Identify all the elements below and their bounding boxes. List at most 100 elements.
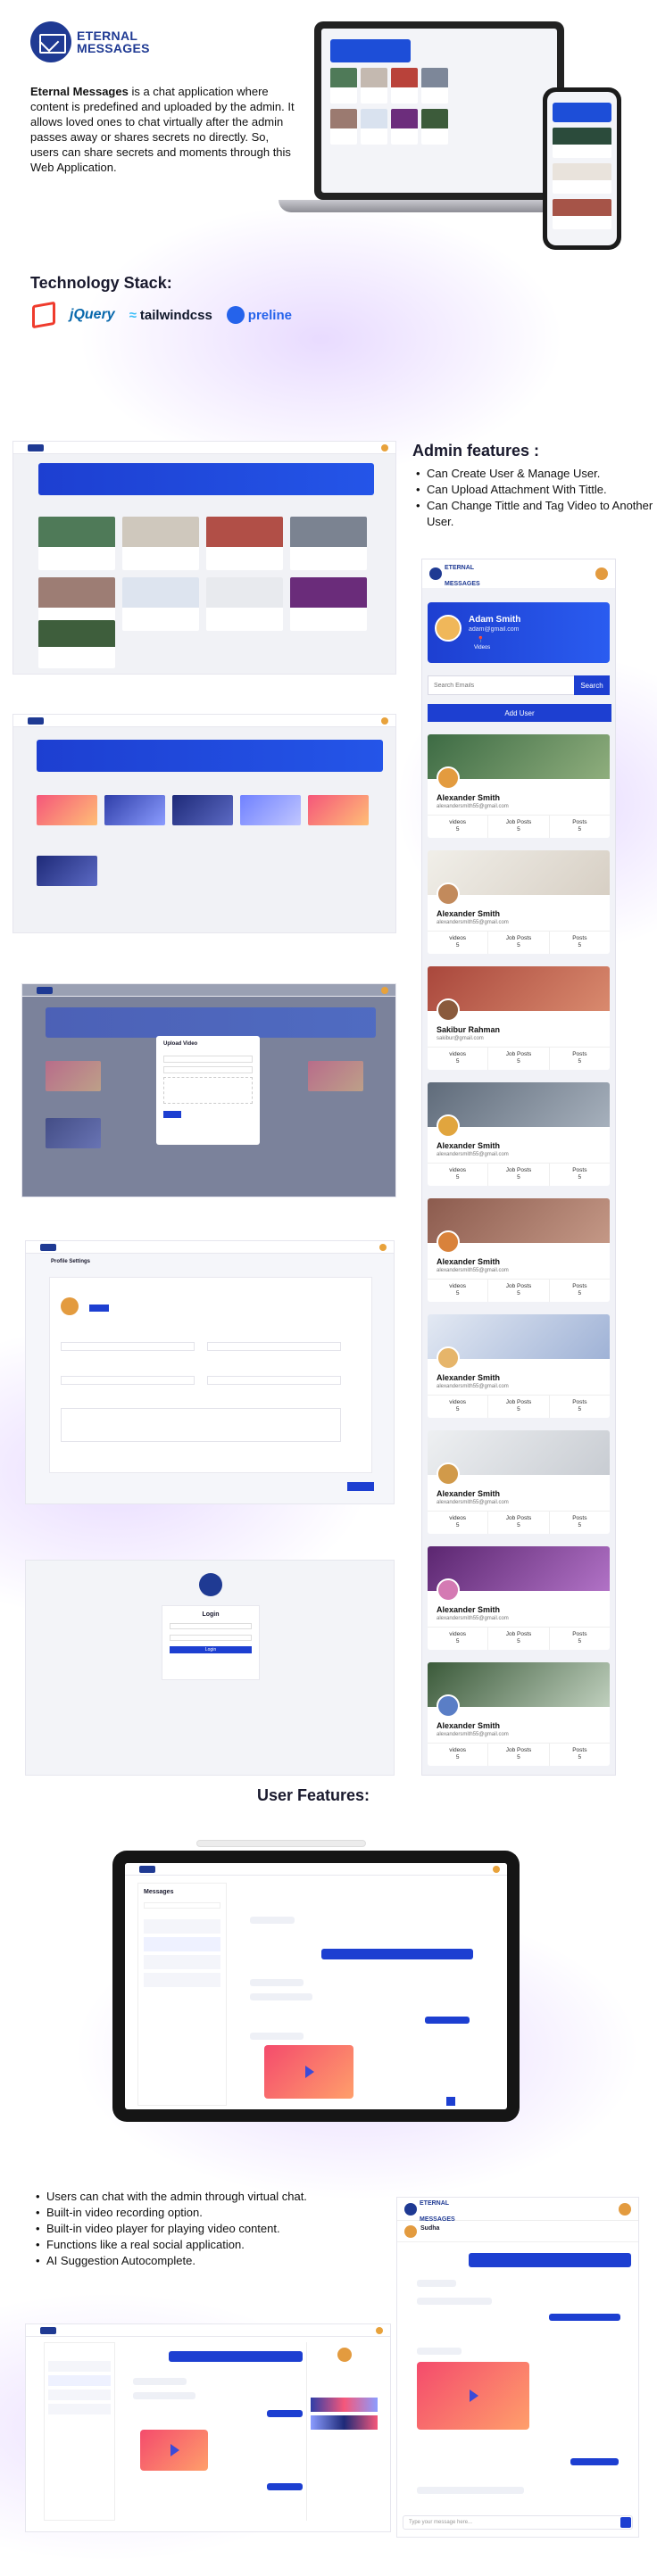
stat-cell: Posts 5 xyxy=(548,932,610,954)
stat-cell: videos 5 xyxy=(449,819,467,832)
upload-photo-button[interactable] xyxy=(89,1305,109,1312)
name-field[interactable] xyxy=(61,1342,195,1351)
user-stats: videos 5 Job Posts 5 Posts 5 xyxy=(428,1511,610,1534)
tablet-mockup: Messages xyxy=(112,1851,520,2122)
upload-submit-button[interactable] xyxy=(163,1111,181,1118)
phone-field[interactable] xyxy=(207,1376,341,1385)
search-input[interactable] xyxy=(428,675,574,695)
user-card[interactable]: Sakibur Rahman sakibur@gmail.com videos 5 Jo… xyxy=(428,966,610,1070)
user-card[interactable]: Alexander Smith alexandersmith55@gmail.co… xyxy=(428,1430,610,1534)
user-name: Alexander Smith xyxy=(437,1141,501,1150)
envelope-globe-icon xyxy=(404,2202,417,2216)
stat-cell: videos 5 xyxy=(449,1167,467,1180)
search-button[interactable]: Search xyxy=(574,675,610,695)
desktop-chat-screenshot xyxy=(25,2323,391,2532)
add-user-button[interactable]: Add User xyxy=(428,704,611,722)
user-stats: videos 5 Job Posts 5 Posts 5 xyxy=(428,1163,610,1186)
user-email: sakibur@gmail.com xyxy=(437,1036,484,1041)
stat-cell: Job Posts 5 xyxy=(487,816,548,838)
login-button[interactable]: Login xyxy=(170,1646,252,1653)
send-button[interactable] xyxy=(446,2097,455,2106)
upload-modal: Upload Video xyxy=(156,1036,260,1145)
user-card[interactable]: Alexander Smith alexandersmith55@gmail.co… xyxy=(428,1546,610,1650)
list-item: Can Upload Attachment With Tittle. xyxy=(416,482,657,498)
messages-title: Messages xyxy=(144,1889,174,1895)
stylus xyxy=(196,1840,366,1847)
list-item[interactable] xyxy=(144,1937,220,1951)
avatar xyxy=(437,766,460,790)
list-item: Built-in video recording option. xyxy=(36,2205,366,2221)
envelope-globe-icon xyxy=(30,21,71,62)
stat-cell: Job Posts 5 xyxy=(487,1280,548,1302)
login-screenshot: Login Login xyxy=(25,1560,395,1776)
list-item[interactable] xyxy=(144,1919,220,1934)
stat-cell: videos 5 xyxy=(449,1631,467,1644)
stat-cell: videos 5 xyxy=(449,1051,467,1064)
envelope-globe-icon xyxy=(429,567,442,580)
user-email: alexandersmith55@gmail.com xyxy=(437,1616,509,1621)
stat-cell: Posts 5 xyxy=(548,1048,610,1070)
user-card[interactable]: Alexander Smith alexandersmith55@gmail.co… xyxy=(428,1314,610,1418)
list-item: Functions like a real social application… xyxy=(36,2237,366,2253)
user-card[interactable]: Alexander Smith alexandersmith55@gmail.co… xyxy=(428,1198,610,1302)
save-button[interactable] xyxy=(347,1482,374,1491)
location-pin-icon: 📍 xyxy=(477,637,485,643)
user-name: Alexander Smith xyxy=(437,1489,501,1498)
user-name: Alexander Smith xyxy=(437,909,501,918)
stat-cell: Posts 5 xyxy=(548,1512,610,1534)
list-item: AI Suggestion Autocomplete. xyxy=(36,2253,366,2269)
avatar[interactable] xyxy=(619,2202,631,2216)
stat-cell: videos 5 xyxy=(449,1515,467,1528)
video-player[interactable] xyxy=(264,2045,353,2099)
user-name: Alexander Smith xyxy=(437,1721,501,1730)
user-card[interactable]: Alexander Smith alexandersmith55@gmail.co… xyxy=(428,1662,610,1766)
admin-features-heading: Admin features : xyxy=(412,442,540,460)
profile-videos: Videos xyxy=(474,645,491,650)
stat-cell: Posts 5 xyxy=(548,1628,610,1650)
list-item: Built-in video player for playing video … xyxy=(36,2221,366,2237)
admin-features-list: Can Create User & Manage User. Can Uploa… xyxy=(416,466,657,530)
user-name: Sakibur Rahman xyxy=(437,1025,501,1034)
laptop-screen xyxy=(314,21,564,200)
list-item: Users can chat with the admin through vi… xyxy=(36,2189,366,2205)
stat-cell: Posts 5 xyxy=(548,816,610,838)
list-item[interactable] xyxy=(144,1955,220,1969)
device-mockup xyxy=(225,18,645,259)
stat-cell: videos 5 xyxy=(449,935,467,948)
user-stats: videos 5 Job Posts 5 Posts 5 xyxy=(428,1743,610,1766)
avatar xyxy=(435,615,462,642)
user-stats: videos 5 Job Posts 5 Posts 5 xyxy=(428,1395,610,1418)
user-card[interactable]: Alexander Smith alexandersmith55@gmail.co… xyxy=(428,734,610,838)
mobile-chat-screenshot: ETERNAL MESSAGES Sudha Type your message … xyxy=(396,2197,639,2538)
avatar[interactable] xyxy=(61,1297,79,1315)
profile-settings-screenshot: Profile Settings xyxy=(25,1240,395,1504)
conversation-search-input[interactable] xyxy=(144,1902,220,1909)
laravel-logo xyxy=(32,301,55,329)
tech-stack-heading: Technology Stack: xyxy=(30,274,172,292)
email-field[interactable] xyxy=(207,1342,341,1351)
avatar[interactable] xyxy=(595,567,608,580)
user-name: Alexander Smith xyxy=(437,1605,501,1614)
stat-cell: Job Posts 5 xyxy=(487,1628,548,1650)
list-item: Can Change Tittle and Tag Video to Anoth… xyxy=(416,498,657,530)
user-card[interactable]: Alexander Smith alexandersmith55@gmail.co… xyxy=(428,1082,610,1186)
message-input[interactable]: Type your message here... xyxy=(403,2515,633,2530)
list-item[interactable] xyxy=(144,1973,220,1987)
user-card[interactable]: Alexander Smith alexandersmith55@gmail.co… xyxy=(428,850,610,954)
profile-form xyxy=(49,1277,372,1473)
stat-cell: videos 5 xyxy=(449,1399,467,1412)
user-stats: videos 5 Job Posts 5 Posts 5 xyxy=(428,1279,610,1302)
send-button[interactable] xyxy=(620,2517,631,2528)
avatar xyxy=(437,1462,460,1486)
search-bar: Search xyxy=(428,675,610,695)
video-player[interactable] xyxy=(417,2362,529,2430)
bio-field[interactable] xyxy=(61,1408,341,1442)
login-password-input[interactable] xyxy=(170,1635,252,1641)
brand-name: ETERNAL MESSAGES xyxy=(77,29,150,55)
video-player[interactable] xyxy=(140,2430,208,2471)
login-email-input[interactable] xyxy=(170,1623,252,1629)
user-features-heading: User Features: xyxy=(257,1786,370,1804)
address-field[interactable] xyxy=(61,1376,195,1385)
mobile-logo: ETERNAL MESSAGES xyxy=(429,559,480,590)
laravel-icon xyxy=(32,301,55,329)
